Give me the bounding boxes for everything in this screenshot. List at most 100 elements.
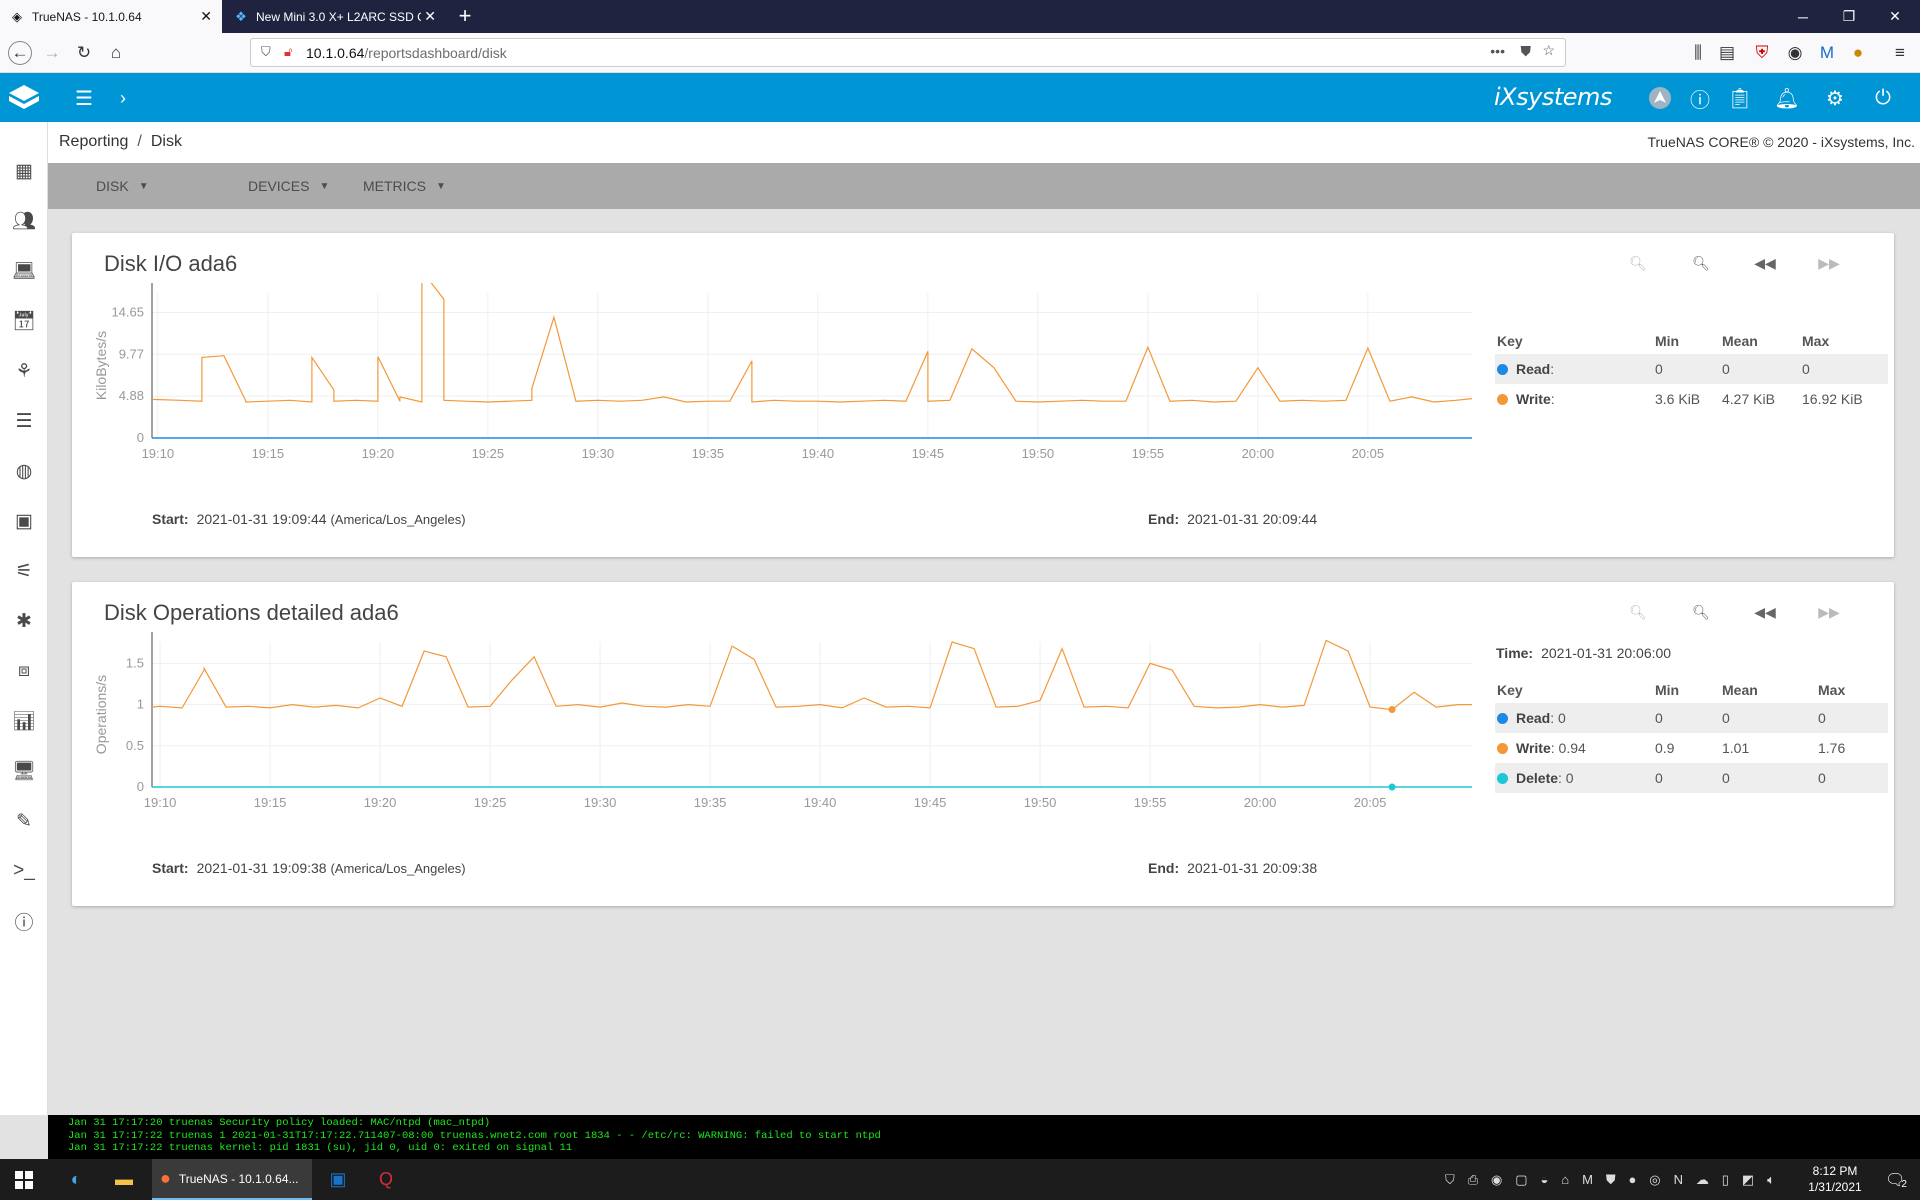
x-tick-label: 20:00 xyxy=(1244,795,1277,810)
truenas-logo[interactable] xyxy=(0,73,48,122)
volume-icon[interactable]: 🔈︎ xyxy=(1767,1172,1775,1188)
close-tab-icon[interactable]: ✕ xyxy=(200,8,212,25)
reader-icon[interactable]: ▤ xyxy=(1715,41,1739,65)
page-actions-icon[interactable]: ••• xyxy=(1490,43,1505,59)
tray-icon[interactable]: ▢ xyxy=(1515,1172,1527,1188)
legend-min: 0 xyxy=(1655,361,1663,377)
tray-icon[interactable]: ● xyxy=(1629,1172,1637,1187)
clock[interactable]: 8:12 PM 1/31/2021 xyxy=(1800,1163,1870,1195)
truecommand-icon[interactable] xyxy=(1647,85,1673,111)
tasks-calendar-icon[interactable]: 📅︎ xyxy=(0,296,48,346)
plugins-icon[interactable]: ✱ xyxy=(0,596,48,646)
reload-icon[interactable]: ↻ xyxy=(72,41,96,65)
virtual-machines-icon[interactable]: 🖥︎ xyxy=(0,746,48,796)
storage-icon[interactable]: ☰ xyxy=(0,396,48,446)
legend-min: 0 xyxy=(1655,770,1663,786)
clipboard-icon[interactable]: 📋︎ xyxy=(1727,85,1753,111)
legend-mean: 0 xyxy=(1722,770,1730,786)
legend-min-header: Min xyxy=(1655,333,1680,349)
dashboard-icon[interactable]: ▦ xyxy=(0,146,48,196)
step-back-icon[interactable]: ◀◀ xyxy=(1753,251,1777,275)
restore-button[interactable]: ❐ xyxy=(1826,0,1872,33)
x-tick-label: 19:10 xyxy=(144,795,177,810)
tray-icon[interactable]: N xyxy=(1674,1172,1683,1187)
settings-gear-icon[interactable]: ⚙ xyxy=(1822,85,1848,111)
step-forward-icon[interactable]: ▶▶ xyxy=(1817,600,1841,624)
close-window-button[interactable]: ✕ xyxy=(1872,0,1918,33)
legend-header: Key Min Mean Max xyxy=(1495,328,1888,354)
tray-icon[interactable]: ⌂ xyxy=(1561,1172,1569,1187)
outlook-icon[interactable]: ▣ xyxy=(318,1159,358,1200)
zoom-in-icon[interactable]: 🔍︎ xyxy=(1626,600,1650,624)
pocket-icon[interactable]: ⛊ xyxy=(1521,43,1532,60)
tray-icon[interactable]: ◎ xyxy=(1649,1172,1660,1188)
zoom-out-icon[interactable]: 🔍︎ xyxy=(1689,600,1713,624)
info-icon[interactable]: ⓘ xyxy=(1687,85,1713,112)
network-icon[interactable]: ◩ xyxy=(1742,1172,1754,1188)
tray-icon[interactable]: ☁ xyxy=(1696,1172,1709,1188)
shell-icon[interactable]: >_ xyxy=(0,846,48,896)
taskbar-firefox-app[interactable]: ● TrueNAS - 10.1.0.64... xyxy=(152,1159,312,1200)
tray-icon[interactable]: ⛉ xyxy=(1445,1172,1455,1188)
accounts-icon[interactable]: 👥︎ xyxy=(0,196,48,246)
reporting-icon[interactable]: 📊︎ xyxy=(0,696,48,746)
y-tick-label: 14.65 xyxy=(111,304,144,319)
system-laptop-icon[interactable]: 💻︎ xyxy=(0,246,48,296)
directory-services-icon[interactable]: ◍ xyxy=(0,446,48,496)
q-app-icon[interactable]: Q xyxy=(366,1159,406,1200)
hamburger-menu-icon[interactable]: ☰ xyxy=(71,85,97,111)
account-icon[interactable]: ◉ xyxy=(1783,41,1807,65)
url-bar[interactable]: ⛉ 🔓︎ 10.1.0.64/reportsdashboard/disk •••… xyxy=(250,38,1566,67)
back-icon[interactable]: ← xyxy=(8,41,32,65)
action-center-icon[interactable]: 🗨︎ 2 xyxy=(1876,1159,1916,1200)
chevron-right-icon[interactable]: › xyxy=(110,85,136,111)
notifications-bell-icon[interactable]: 🔔︎ xyxy=(1774,85,1800,111)
legend-row-read: Read : 0 0 0 0 xyxy=(1495,703,1888,733)
jails-icon[interactable]: ⧈ xyxy=(0,646,48,696)
extension-m-icon[interactable]: M xyxy=(1815,41,1839,65)
zoom-out-icon[interactable]: 🔍︎ xyxy=(1689,251,1713,275)
extension-cookie-icon[interactable]: ● xyxy=(1846,41,1870,65)
forward-icon[interactable]: → xyxy=(40,41,64,65)
bookmark-star-icon[interactable]: ☆ xyxy=(1542,42,1555,59)
tray-icon[interactable]: ⛊ xyxy=(1606,1172,1616,1188)
browser-tab-truenas[interactable]: ◈ TrueNAS - 10.1.0.64 ✕ xyxy=(0,0,222,33)
tray-icon[interactable]: M xyxy=(1582,1172,1593,1187)
disk-menu[interactable]: DISK ▼ xyxy=(96,178,149,194)
windows-start-icon[interactable] xyxy=(0,1159,48,1200)
tray-icon[interactable]: ◉ xyxy=(1491,1172,1502,1188)
zoom-in-icon[interactable]: 🔍︎ xyxy=(1626,251,1650,275)
new-tab-button[interactable]: + xyxy=(452,4,478,30)
edge-icon[interactable]: ◐ xyxy=(56,1159,96,1200)
library-icon[interactable]: ⫼ xyxy=(1686,41,1710,65)
step-forward-icon[interactable]: ▶▶ xyxy=(1817,251,1841,275)
browser-tab-forum[interactable]: ❖ New Mini 3.0 X+ L2ARC SSD Co ✕ xyxy=(224,0,446,33)
hover-marker-delete xyxy=(1388,783,1396,791)
breadcrumb-reporting[interactable]: Reporting xyxy=(59,133,128,150)
display-system-processes-icon[interactable]: ✎ xyxy=(0,796,48,846)
minimize-button[interactable]: ─ xyxy=(1780,0,1826,33)
services-icon[interactable]: ⚟ xyxy=(0,546,48,596)
close-tab-icon[interactable]: ✕ xyxy=(424,8,436,25)
insecure-lock-icon[interactable]: 🔓︎ xyxy=(284,44,292,60)
breadcrumb-disk: Disk xyxy=(150,133,182,150)
ublock-icon[interactable]: ⛨ xyxy=(1750,41,1774,65)
sharing-icon[interactable]: ▣ xyxy=(0,496,48,546)
guide-icon[interactable]: ⓘ xyxy=(0,896,48,946)
y-tick-label: 1.5 xyxy=(126,655,144,670)
shield-icon[interactable]: ⛉ xyxy=(261,44,271,60)
tray-icon[interactable]: ◒ xyxy=(1541,1172,1549,1187)
breadcrumb: Reporting / Disk xyxy=(59,133,182,151)
metrics-menu[interactable]: METRICS ▼ xyxy=(363,178,446,194)
devices-menu[interactable]: DEVICES ▼ xyxy=(248,178,329,194)
network-icon[interactable]: ⚘ xyxy=(0,346,48,396)
printer-icon[interactable]: ⎙ xyxy=(1468,1172,1478,1188)
home-icon[interactable]: ⌂ xyxy=(104,41,128,65)
tray-icon[interactable]: ▯ xyxy=(1722,1172,1729,1188)
end-time: End: 2021-01-31 20:09:44 xyxy=(1148,511,1317,527)
system-tray[interactable]: ⛉ ⎙ ◉ ▢ ◒ ⌂ M ⛊ ● ◎ N ☁ ▯ ◩ 🔈︎ xyxy=(1445,1159,1775,1200)
file-explorer-icon[interactable]: ▬ xyxy=(104,1159,144,1200)
menu-icon[interactable]: ≡ xyxy=(1888,41,1912,65)
power-icon[interactable]: ⏻ xyxy=(1870,85,1896,111)
step-back-icon[interactable]: ◀◀ xyxy=(1753,600,1777,624)
